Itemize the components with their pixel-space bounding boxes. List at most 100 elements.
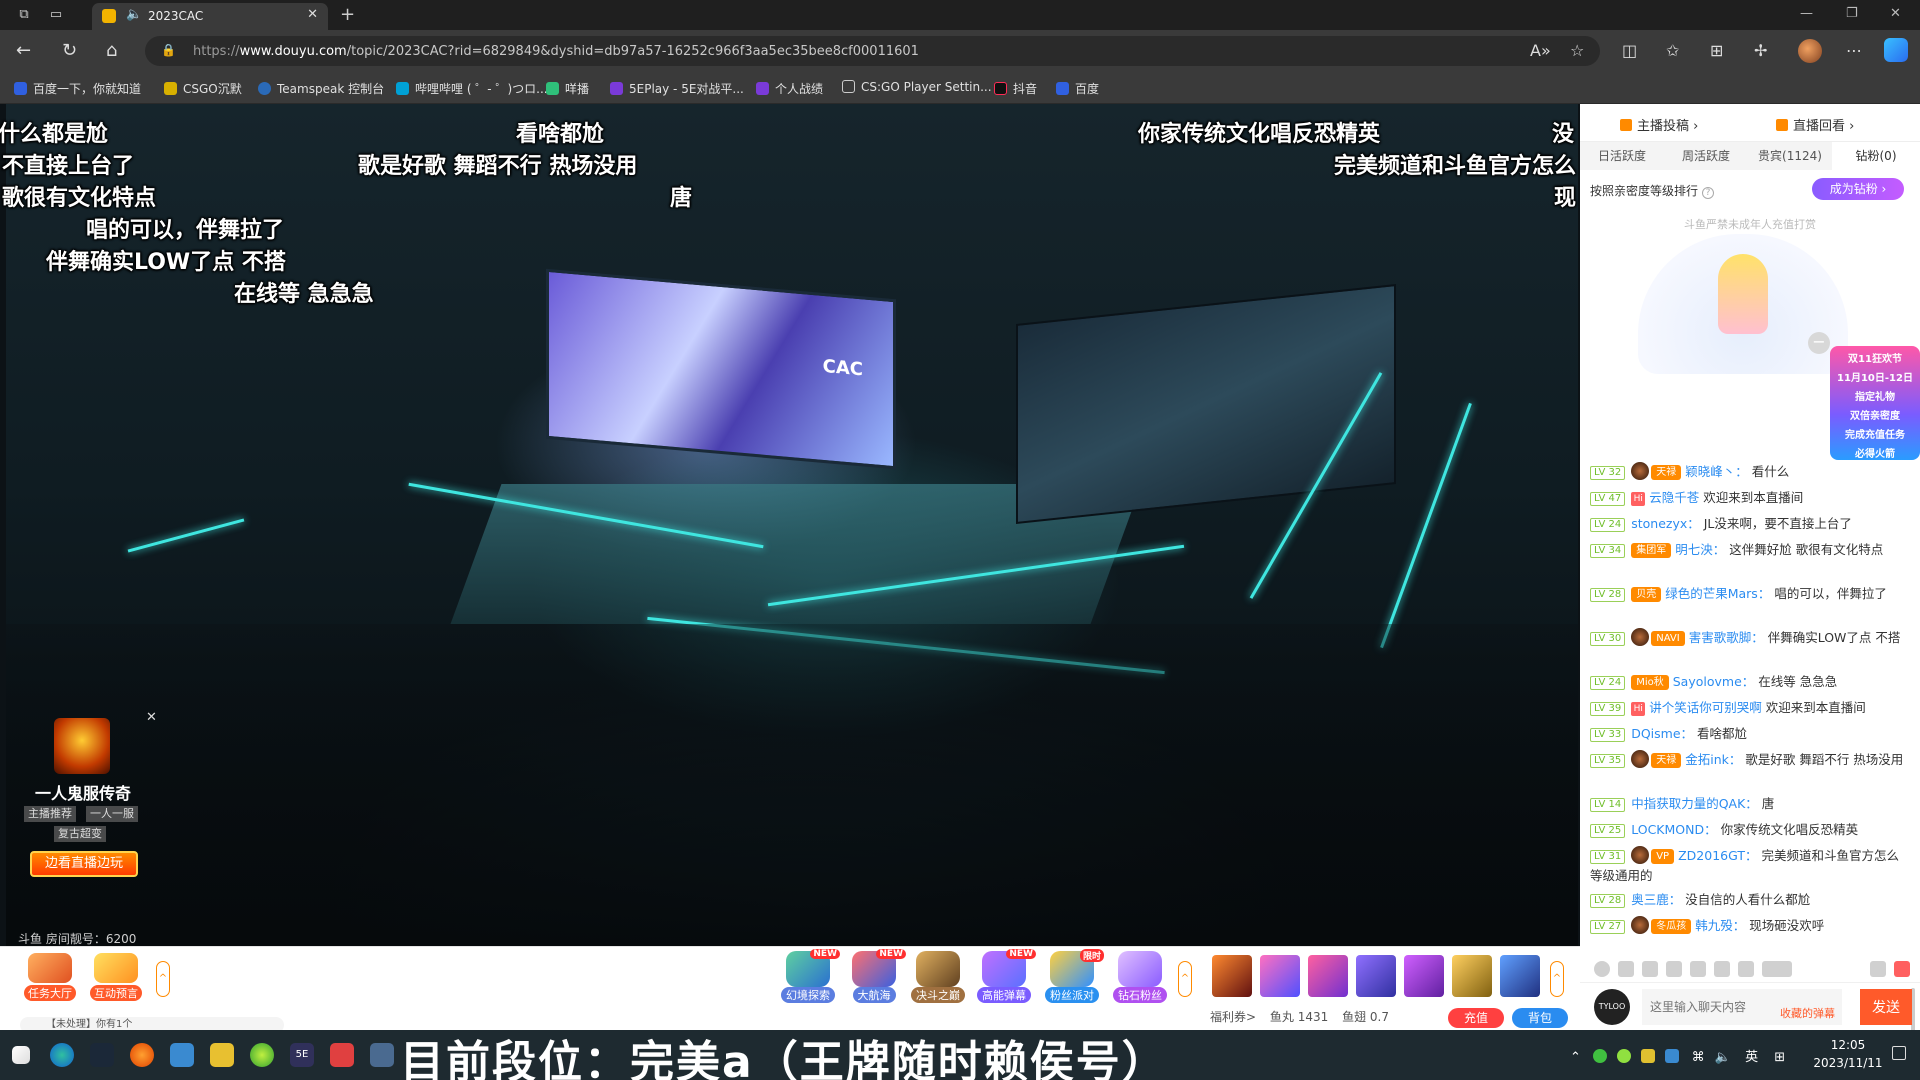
keyboard-icon[interactable]: ⊞ (1774, 1050, 1785, 1065)
gift-item[interactable] (1356, 955, 1396, 997)
minimize-button[interactable]: — (1800, 6, 1813, 21)
backpack-button[interactable]: 背包 (1512, 1008, 1568, 1028)
recharge-button[interactable]: 充值 (1448, 1008, 1504, 1028)
bookmark-item[interactable]: 百度 (1056, 80, 1099, 97)
more-menu-icon[interactable]: ⋯ (1846, 41, 1862, 60)
lock-icon[interactable]: 🔒 (161, 43, 176, 57)
edge-icon[interactable] (50, 1043, 74, 1067)
gift-item[interactable] (1452, 955, 1492, 997)
chat-nick[interactable]: ZD2016GT： (1678, 848, 1757, 863)
collected-danmaku-button[interactable]: 收藏的弹幕 (1780, 1005, 1835, 1021)
collections-icon[interactable]: ⊞ (1710, 41, 1723, 60)
user-avatar[interactable]: TYLOO (1594, 989, 1630, 1025)
guard-icon[interactable] (1738, 961, 1754, 977)
refresh-button[interactable]: ↻ (62, 41, 77, 61)
gift-button[interactable]: 高能弹幕 NEW (972, 949, 1036, 1007)
5e-app-icon[interactable]: 5E (290, 1043, 314, 1067)
copilot-icon[interactable] (1884, 38, 1908, 62)
gift-item[interactable] (1260, 955, 1300, 997)
new-tab-button[interactable]: + (340, 4, 355, 25)
gift-button[interactable]: 幻境探索 NEW (776, 949, 840, 1007)
expand-tasks-icon[interactable]: ^ (156, 961, 170, 997)
app-icon[interactable] (370, 1043, 394, 1067)
address-bar[interactable]: 🔒 https://www.douyu.com/topic/2023CAC?ri… (145, 36, 1600, 66)
gift-box-icon[interactable] (1894, 961, 1910, 977)
app-icon[interactable] (250, 1043, 274, 1067)
gift-button[interactable]: 决斗之巅 (906, 951, 970, 1007)
gift-item[interactable] (1308, 955, 1348, 997)
settings-icon[interactable] (1870, 961, 1886, 977)
help-icon[interactable]: ? (1702, 187, 1715, 199)
network-icon[interactable]: ⌘ (1692, 1050, 1705, 1065)
tab-diamond-fans[interactable]: 钻粉(0) (1832, 142, 1920, 170)
profile-avatar[interactable] (1798, 39, 1822, 63)
ime-indicator[interactable]: 英 (1745, 1050, 1758, 1065)
badge-icon[interactable] (1642, 961, 1658, 977)
chat-nick[interactable]: 绿色的芒果Mars： (1665, 586, 1770, 601)
chat-nick[interactable]: 明七泱： (1675, 542, 1725, 557)
steam-icon[interactable] (90, 1043, 114, 1067)
bookmark-item[interactable]: 个人战绩 (756, 80, 823, 97)
tray-app-icon[interactable] (1665, 1049, 1680, 1063)
chat-nick[interactable]: DQisme： (1631, 726, 1693, 741)
close-tab-icon[interactable]: ✕ (307, 7, 318, 22)
gift-button[interactable]: 粉丝派对 限时 (1040, 949, 1104, 1007)
high-energy-icon[interactable] (1762, 961, 1792, 977)
collapse-icon[interactable]: − (1808, 332, 1830, 354)
chat-nick[interactable]: 金拓ink： (1685, 752, 1741, 767)
speaker-icon[interactable]: 🔈 (126, 7, 142, 22)
bookmark-item[interactable]: 哔哩哔哩 ( ゜- ゜)つロ... (396, 80, 548, 97)
bookmark-item[interactable]: Teamspeak 控制台 (258, 80, 384, 97)
chat-nick[interactable]: 韩九殁： (1695, 918, 1745, 933)
bookmark-item[interactable]: 5EPlay - 5E对战平... (610, 80, 744, 97)
expand-gifts-icon[interactable]: ^ (1178, 961, 1192, 997)
split-screen-icon[interactable]: ◫ (1622, 41, 1637, 60)
clock[interactable]: 12:05 2023/11/11 (1808, 1036, 1888, 1072)
gift-item[interactable] (1404, 955, 1444, 997)
app-icon[interactable] (330, 1043, 354, 1067)
settings-app-icon[interactable] (170, 1043, 194, 1067)
favorites-icon[interactable]: ✩ (1666, 41, 1679, 60)
chevron-up-icon[interactable]: ⌃ (1570, 1050, 1581, 1065)
gift-item[interactable] (1212, 955, 1252, 997)
restore-button[interactable]: ❐ (1846, 6, 1858, 21)
app-icon[interactable] (130, 1043, 154, 1067)
tray-app-icon[interactable] (1641, 1049, 1656, 1063)
coupon-link[interactable]: 福利券> (1210, 1010, 1256, 1024)
extensions-icon[interactable]: ✢ (1754, 41, 1767, 60)
favorite-star-icon[interactable]: ☆ (1570, 41, 1584, 60)
volume-icon[interactable]: 🔈 (1715, 1050, 1731, 1065)
expand-more-gifts-icon[interactable]: ^ (1550, 961, 1564, 997)
nobility-icon[interactable] (1714, 961, 1730, 977)
gift-button[interactable]: 钻石粉丝 (1108, 951, 1172, 1007)
read-aloud-icon[interactable]: A» (1530, 41, 1551, 60)
chat-nick[interactable]: stonezyx： (1631, 516, 1700, 531)
close-icon[interactable]: ✕ (146, 710, 157, 725)
chat-nick[interactable]: 颖晓峰丶： (1685, 464, 1748, 479)
windows-start-icon[interactable] (12, 1046, 30, 1064)
tray-app-icon[interactable] (1617, 1049, 1632, 1063)
broadcast-icon[interactable] (1618, 961, 1634, 977)
tab-weekly[interactable]: 周活跃度 (1664, 142, 1748, 170)
bookmark-item[interactable]: CSGO沉默 (164, 80, 242, 97)
prediction-button[interactable]: 互动预言 (88, 953, 144, 1001)
tab-active[interactable]: 🔈 2023CAC ✕ (92, 3, 328, 30)
bookmark-item[interactable]: CS:GO Player Settin... (842, 80, 992, 94)
notification-icon[interactable] (1892, 1046, 1906, 1060)
tab-daily[interactable]: 日活跃度 (1580, 142, 1664, 170)
tray-app-icon[interactable] (1593, 1049, 1608, 1063)
streamer-posts-link[interactable]: 主播投稿 › (1620, 115, 1698, 134)
chat-nick[interactable]: 云隐千苍 (1649, 490, 1699, 505)
game-ad-thumbnail[interactable] (54, 718, 110, 774)
chat-nick[interactable]: Sayolovme： (1673, 674, 1755, 689)
play-game-button[interactable]: 边看直播边玩 (30, 851, 138, 877)
chat-nick[interactable]: 中指获取力量的QAK： (1631, 796, 1758, 811)
mark-icon[interactable] (1666, 961, 1682, 977)
task-hall-button[interactable]: 任务大厅 (22, 953, 78, 1001)
home-button[interactable]: ⌂ (106, 41, 117, 61)
rocket-gift-icon[interactable] (1500, 955, 1540, 997)
chat-nick[interactable]: 讲个笑话你可别哭啊 (1649, 700, 1762, 715)
bookmark-item[interactable]: 百度一下，你就知道 (14, 80, 141, 97)
gift-button[interactable]: 大航海 NEW (842, 949, 906, 1007)
close-window-button[interactable]: ✕ (1890, 6, 1901, 21)
